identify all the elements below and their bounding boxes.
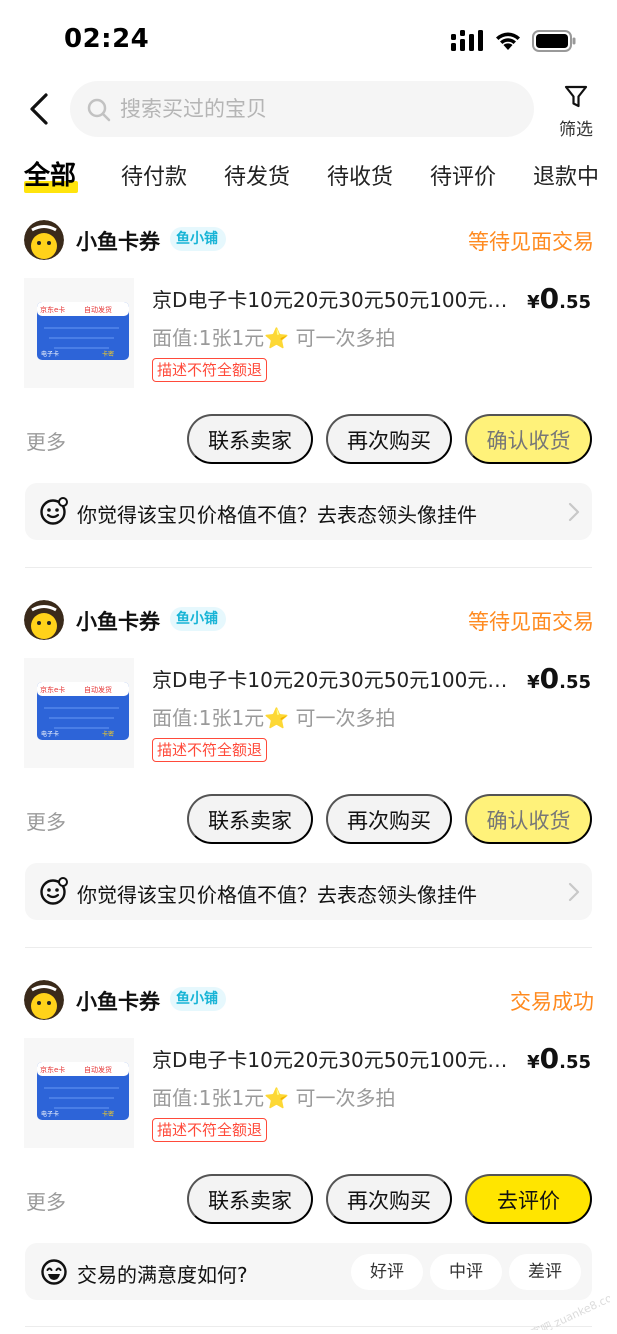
order-status: 交易成功 [510,990,594,1014]
chevron-right-icon [568,882,580,902]
product-title[interactable]: 京D电子卡10元20元30元50元100元200元 [152,1044,508,1073]
product-spec: 面值:1张1元⭐ 可一次多拍 [152,1086,396,1110]
card-auto-text: 自动发货 [84,305,112,314]
price: ¥0.55 [527,662,591,695]
price-feedback-bar[interactable]: 你觉得该宝贝价格值不值？去表态领头像挂件 [25,483,592,540]
tab-pending-payment[interactable]: 待付款 [121,159,187,191]
shop-avatar [24,980,64,1020]
status-bar: 02:24 [0,0,617,80]
order-card: 小鱼卡券 鱼小铺 等待见面交易 京东e卡 自动发货 电子卡 卡密 京D电子卡10… [0,598,617,968]
cellular-signal-icon [451,30,483,51]
search-input[interactable] [120,81,520,137]
shop-row[interactable]: 小鱼卡券 鱼小铺 等待见面交易 [24,598,594,642]
shop-avatar [24,600,64,640]
battery-icon [532,30,576,52]
tab-pending-shipment[interactable]: 待发货 [224,159,290,191]
order-status: 等待见面交易 [468,610,594,634]
card-brand-text: 京东e卡 [40,1065,65,1074]
buy-again-button[interactable]: 再次购买 [326,1174,452,1224]
product-spec: 面值:1张1元⭐ 可一次多拍 [152,706,396,730]
feedback-text: 你觉得该宝贝价格值不值？去表态领头像挂件 [77,503,477,527]
rating-neutral-button[interactable]: 中评 [430,1254,502,1290]
card-divider [25,947,592,948]
write-review-button[interactable]: 去评价 [465,1174,592,1224]
refund-tag: 描述不符全额退 [152,358,268,382]
chevron-right-icon [568,502,580,522]
contact-seller-button[interactable]: 联系卖家 [187,794,313,844]
card-code-text: 卡密 [102,350,114,358]
card-code-text: 卡密 [102,1110,114,1118]
more-link[interactable]: 更多 [26,426,66,455]
product-title[interactable]: 京D电子卡10元20元30元50元100元200元 [152,664,508,693]
card-type-text: 电子卡 [41,350,59,358]
price: ¥0.55 [527,1042,591,1075]
buy-again-button[interactable]: 再次购买 [326,794,452,844]
tab-pending-review[interactable]: 待评价 [430,159,496,191]
wifi-icon [496,32,520,50]
shop-name: 小鱼卡券 [76,230,160,254]
product-title[interactable]: 京D电子卡10元20元30元50元100元200元 [152,284,508,313]
tab-refunding[interactable]: 退款中 [533,159,599,191]
order-status: 等待见面交易 [468,230,594,254]
tab-pending-receipt[interactable]: 待收货 [327,159,393,191]
order-tabs: 全部 待付款 待发货 待收货 待评价 退款中 [0,155,617,199]
card-type-text: 电子卡 [41,1110,59,1118]
back-button[interactable] [24,92,58,126]
search-icon [87,98,111,122]
card-divider [25,567,592,568]
shop-badge: 鱼小铺 [170,607,226,631]
product-thumbnail[interactable]: 京东e卡 自动发货 电子卡 卡密 [24,1038,134,1148]
status-time: 02:24 [64,24,150,54]
refund-tag: 描述不符全额退 [152,738,268,762]
watermark-text: 赚客吧 zuanke8.com [518,1286,610,1330]
site-watermark: 赚客吧 zuanke8.com [518,1286,610,1330]
shop-badge: 鱼小铺 [170,227,226,251]
contact-seller-button[interactable]: 联系卖家 [187,1174,313,1224]
confirm-receipt-button[interactable]: 确认收货 [465,414,592,464]
shop-row[interactable]: 小鱼卡券 鱼小铺 交易成功 [24,978,594,1022]
emoji-feedback-icon [40,877,68,905]
shop-avatar [24,220,64,260]
order-card: 小鱼卡券 鱼小铺 等待见面交易 京东e卡 自动发货 电子卡 卡密 京D电子卡10… [0,218,617,588]
card-code-text: 卡密 [102,730,114,738]
feedback-text: 你觉得该宝贝价格值不值？去表态领头像挂件 [77,883,477,907]
emoji-feedback-icon [40,497,68,525]
filter-label: 筛选 [559,120,593,140]
shop-name: 小鱼卡券 [76,990,160,1014]
contact-seller-button[interactable]: 联系卖家 [187,414,313,464]
card-auto-text: 自动发货 [84,685,112,694]
product-thumbnail[interactable]: 京东e卡 自动发货 电子卡 卡密 [24,278,134,388]
confirm-receipt-button[interactable]: 确认收货 [465,794,592,844]
product-spec: 面值:1张1元⭐ 可一次多拍 [152,326,396,350]
rating-good-button[interactable]: 好评 [351,1254,423,1290]
search-box[interactable] [70,81,534,137]
card-brand-text: 京东e卡 [40,685,65,694]
product-thumbnail[interactable]: 京东e卡 自动发货 电子卡 卡密 [24,658,134,768]
tab-all[interactable]: 全部 [24,155,76,192]
refund-tag: 描述不符全额退 [152,1118,268,1142]
shop-badge: 鱼小铺 [170,987,226,1011]
card-type-text: 电子卡 [41,730,59,738]
shop-row[interactable]: 小鱼卡券 鱼小铺 等待见面交易 [24,218,594,262]
card-auto-text: 自动发货 [84,1065,112,1074]
filter-button[interactable]: 筛选 [552,84,600,140]
shop-name: 小鱼卡券 [76,610,160,634]
card-brand-text: 京东e卡 [40,305,65,314]
satisfaction-text: 交易的满意度如何? [77,1263,248,1287]
more-link[interactable]: 更多 [26,1186,66,1215]
filter-icon [564,85,588,108]
more-link[interactable]: 更多 [26,806,66,835]
price-feedback-bar[interactable]: 你觉得该宝贝价格值不值？去表态领头像挂件 [25,863,592,920]
buy-again-button[interactable]: 再次购买 [326,414,452,464]
smile-icon [41,1259,67,1285]
price: ¥0.55 [527,282,591,315]
